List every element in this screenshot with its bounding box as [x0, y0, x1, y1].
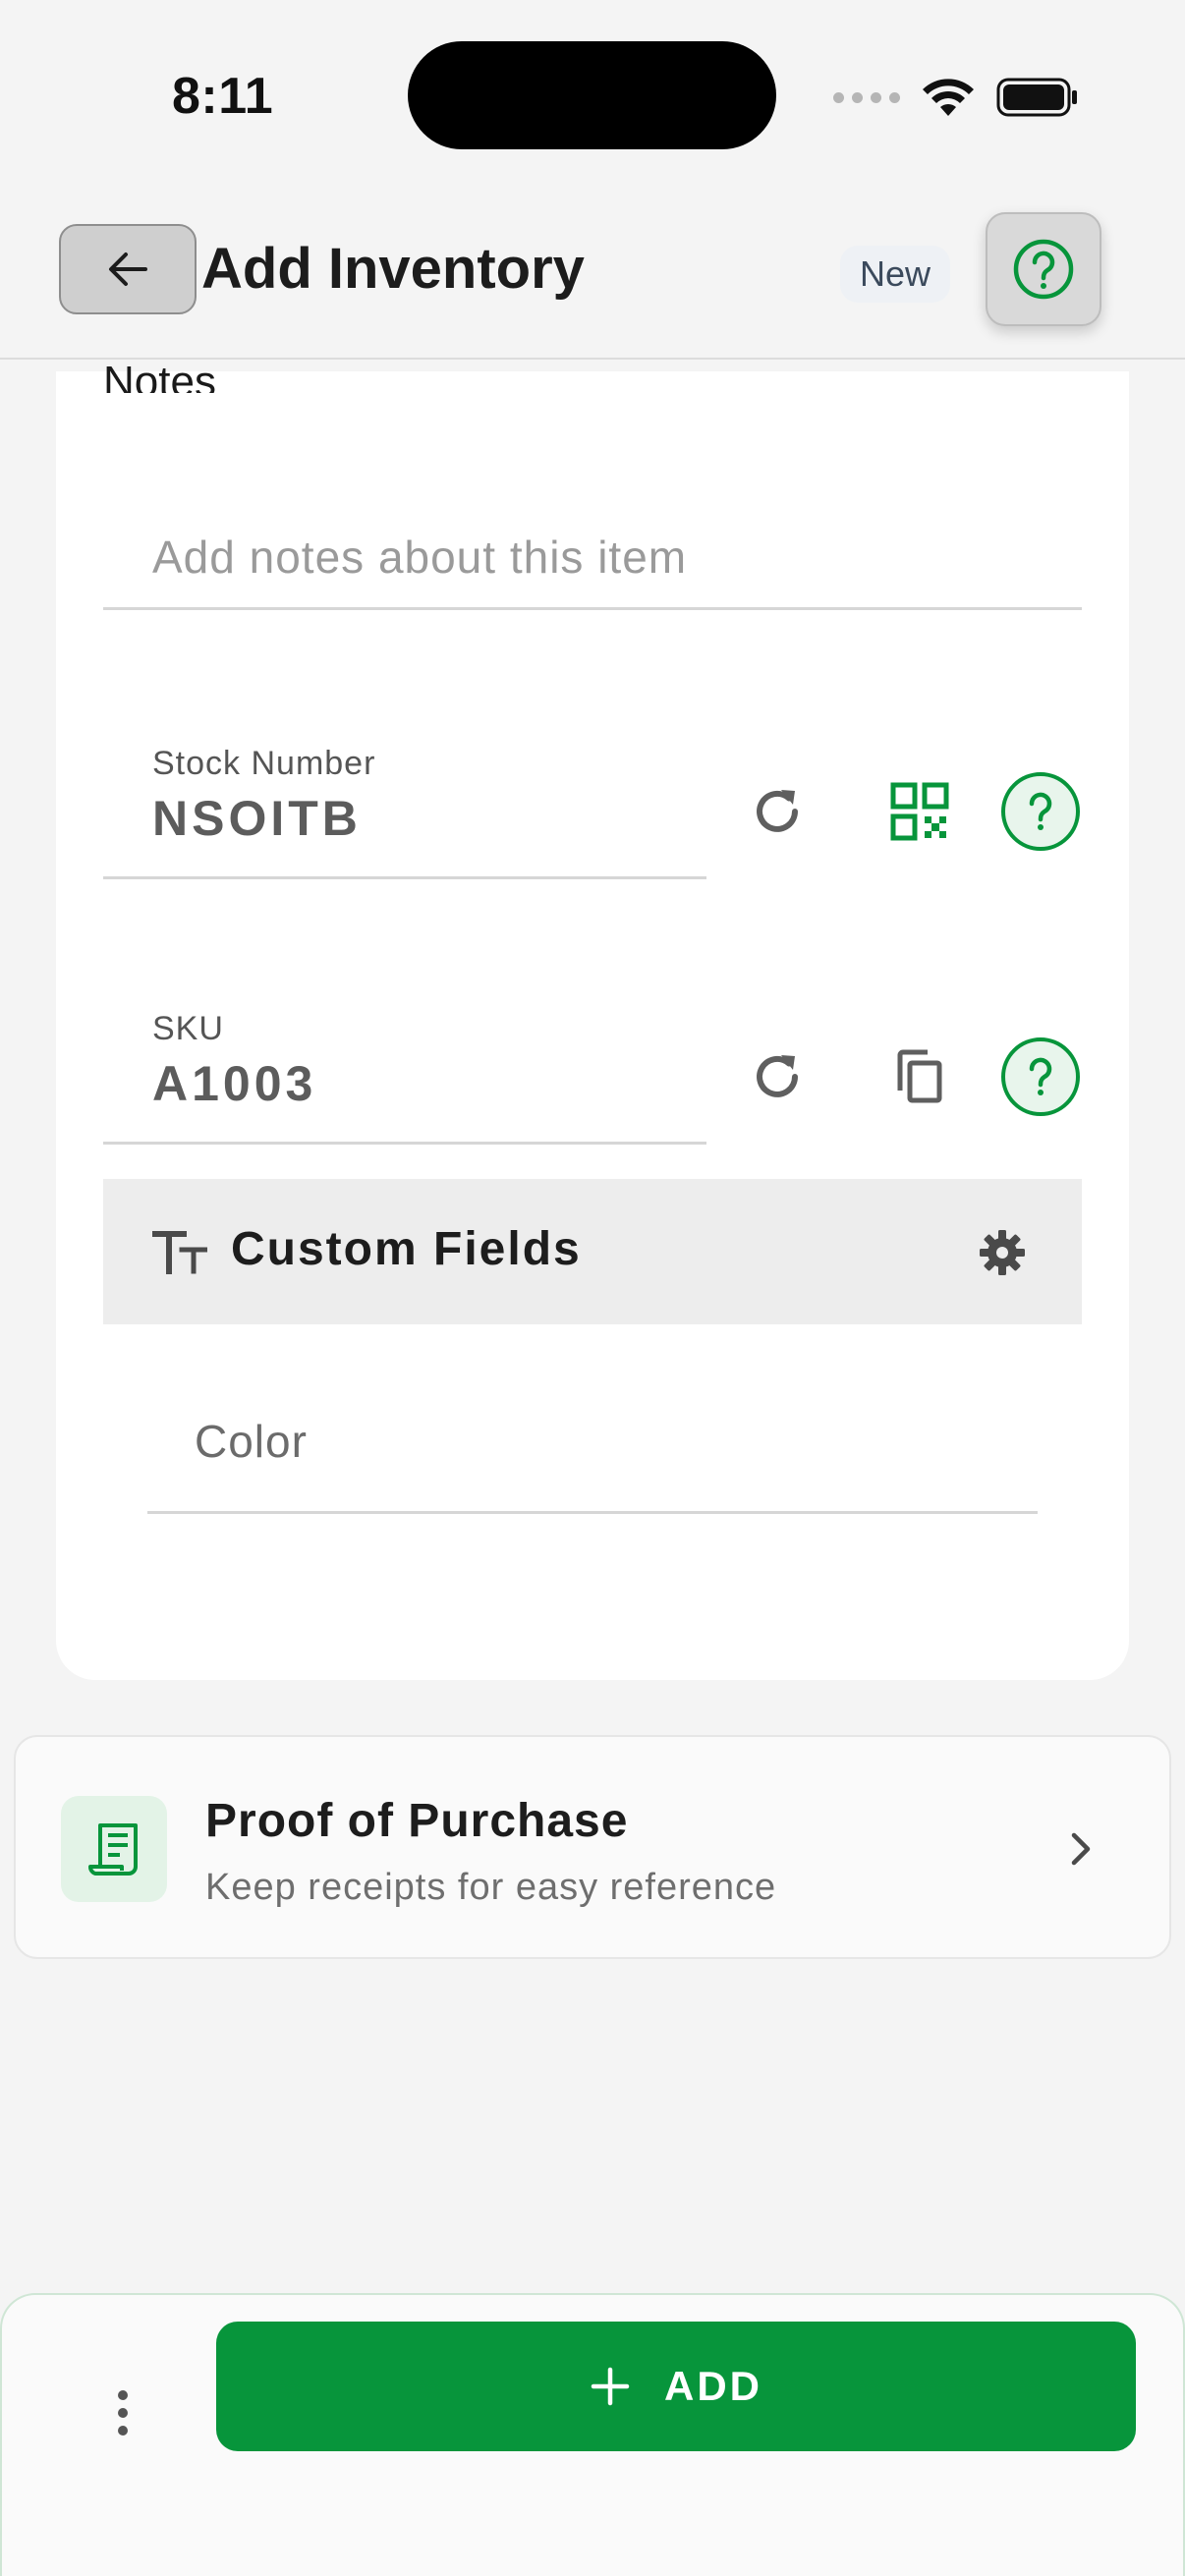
notes-input[interactable]: Add notes about this item — [103, 519, 1082, 610]
text-size-icon — [152, 1231, 207, 1274]
app-header: Add Inventory New — [0, 196, 1185, 360]
copy-sku-button[interactable] — [878, 1036, 961, 1118]
status-time: 8:11 — [172, 68, 274, 125]
battery-icon — [996, 78, 1077, 117]
custom-fields-settings-button[interactable] — [968, 1218, 1037, 1287]
receipt-icon — [61, 1796, 167, 1902]
notes-label: Notes — [103, 358, 216, 393]
add-button[interactable]: ADD — [216, 2322, 1136, 2451]
page-title: Add Inventory — [201, 237, 585, 301]
gear-icon — [980, 1230, 1025, 1275]
sku-label: SKU — [152, 1010, 224, 1047]
proof-of-purchase-title: Proof of Purchase — [205, 1795, 629, 1847]
stock-number-label: Stock Number — [152, 745, 376, 782]
qr-code-icon — [890, 782, 949, 841]
more-vertical-icon — [118, 2390, 128, 2436]
copy-icon — [897, 1049, 942, 1103]
notes-placeholder: Add notes about this item — [152, 532, 688, 583]
qr-code-button[interactable] — [878, 770, 961, 853]
arrow-left-icon — [109, 252, 147, 286]
chevron-right-icon — [1051, 1820, 1110, 1878]
custom-fields-header: Custom Fields — [103, 1179, 1082, 1324]
proof-of-purchase-subtitle: Keep receipts for easy reference — [205, 1867, 777, 1908]
question-circle-icon — [1001, 772, 1080, 851]
custom-fields-title: Custom Fields — [231, 1223, 582, 1275]
sku-value: A1003 — [152, 1056, 317, 1111]
color-placeholder: Color — [195, 1416, 308, 1467]
cellular-signal-icon — [833, 91, 900, 103]
stock-number-help-button[interactable] — [999, 770, 1082, 853]
color-field[interactable]: Color — [147, 1393, 1038, 1514]
question-circle-icon — [1013, 239, 1074, 300]
refresh-icon — [757, 1055, 798, 1097]
stock-number-value: NSOITB — [152, 791, 362, 846]
stock-number-field[interactable]: Stock Number NSOITB — [103, 727, 706, 879]
sku-help-button[interactable] — [999, 1036, 1082, 1118]
question-circle-icon — [1001, 1037, 1080, 1116]
status-bar: 8:11 — [0, 0, 1185, 196]
refresh-icon — [757, 790, 798, 832]
more-options-button[interactable] — [90, 2364, 155, 2462]
bottom-action-bar: ADD — [0, 2293, 1185, 2576]
add-button-label: ADD — [664, 2363, 762, 2409]
regenerate-stock-number-button[interactable] — [736, 770, 818, 853]
dynamic-island — [408, 41, 776, 149]
wifi-icon — [923, 79, 974, 116]
status-icons — [833, 77, 1079, 118]
item-details-card: Notes Add notes about this item Stock Nu… — [56, 358, 1129, 1680]
plus-icon — [591, 2367, 630, 2406]
regenerate-sku-button[interactable] — [736, 1036, 818, 1118]
proof-of-purchase-card[interactable]: Proof of Purchase Keep receipts for easy… — [14, 1735, 1171, 1959]
back-button[interactable] — [59, 224, 197, 314]
help-button[interactable] — [986, 212, 1101, 326]
sku-field[interactable]: SKU A1003 — [103, 992, 706, 1145]
status-badge: New — [840, 246, 951, 303]
